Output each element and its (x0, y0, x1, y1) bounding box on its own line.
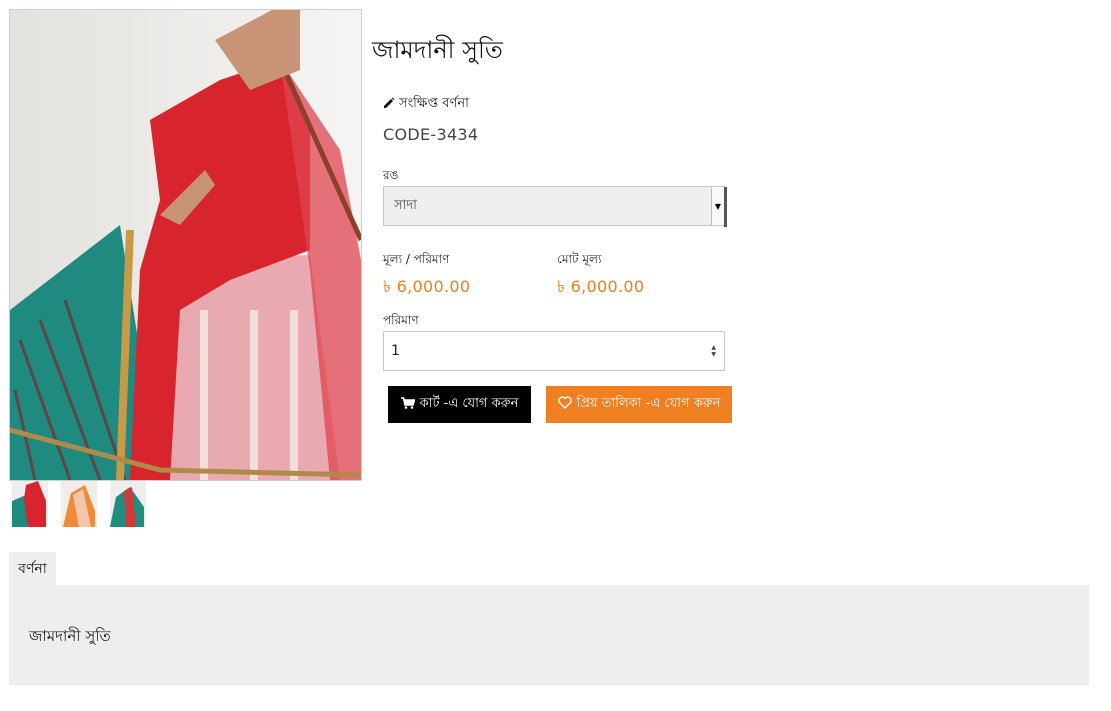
thumbnail-1[interactable] (12, 481, 48, 527)
description-text: জামদানী সুতি (29, 627, 111, 645)
quantity-label: পরিমাণ (383, 313, 419, 327)
quantity-value: 1 (391, 343, 400, 359)
short-description-label: সংক্ষিপ্ত বর্ণনা (399, 96, 469, 111)
caret-down-icon: ▼ (711, 187, 724, 225)
total-price-label: মোট মূল্য (557, 252, 602, 266)
cart-icon (400, 396, 416, 413)
quantity-stepper[interactable]: ▲ ▼ (711, 344, 716, 358)
stepper-down-icon[interactable]: ▼ (711, 351, 716, 358)
add-to-wishlist-label: প্রিয় তালিকা -এ যোগ করুন (576, 396, 721, 411)
tab-description[interactable]: বর্ণনা (9, 552, 56, 585)
quantity-input[interactable]: 1 ▲ ▼ (383, 331, 725, 371)
unit-price-value: ৳ 6,000.00 (383, 277, 471, 296)
color-label: রঙ (383, 168, 399, 182)
color-select-value: সাদা (394, 197, 417, 213)
product-title: জামদানী সুতি (372, 36, 503, 64)
product-main-image (9, 9, 362, 481)
description-panel: জামদানী সুতি (9, 585, 1089, 685)
heart-icon (557, 396, 572, 413)
add-to-cart-label: কার্ট -এ যোগ করুন (419, 396, 519, 411)
color-select[interactable]: সাদা ▼ (383, 186, 727, 227)
unit-price-label: মূল্য / পরিমাণ (383, 252, 450, 266)
thumbnail-3[interactable] (110, 481, 146, 527)
short-description-heading: সংক্ষিপ্ত বর্ণনা (383, 94, 469, 115)
product-code: CODE-3434 (383, 125, 479, 144)
stepper-up-icon[interactable]: ▲ (711, 344, 716, 351)
add-to-cart-button[interactable]: কার্ট -এ যোগ করুন (388, 386, 531, 423)
thumbnail-2[interactable] (61, 481, 97, 527)
add-to-wishlist-button[interactable]: প্রিয় তালিকা -এ যোগ করুন (546, 386, 732, 423)
pencil-icon (383, 97, 395, 113)
total-price-value: ৳ 6,000.00 (557, 277, 645, 296)
